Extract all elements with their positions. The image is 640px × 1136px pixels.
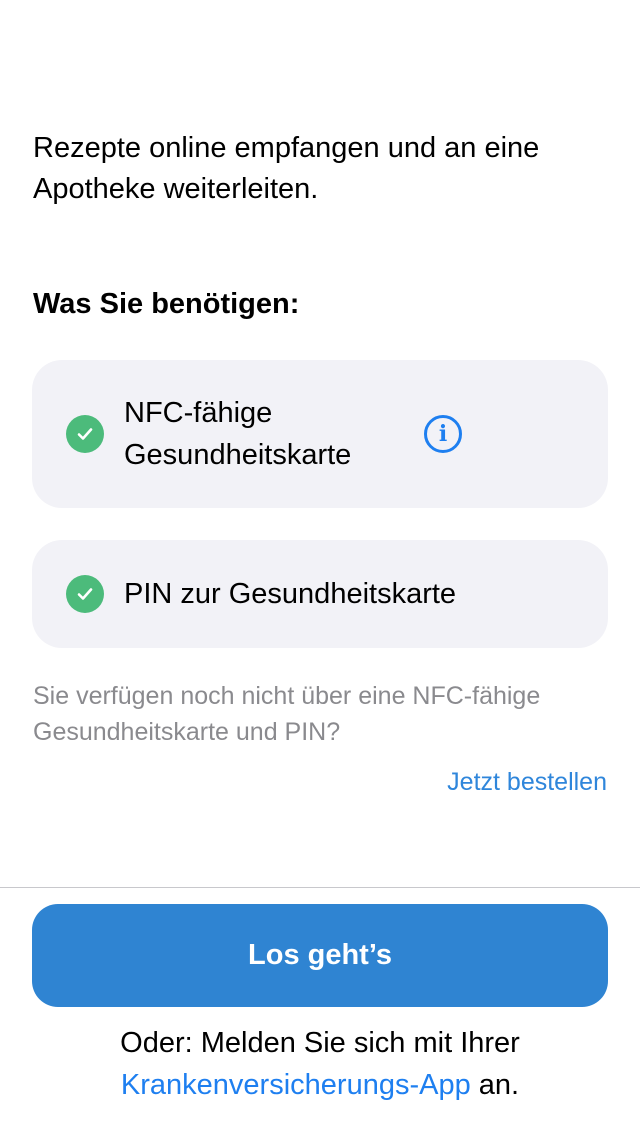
insurance-app-link[interactable]: Krankenversicherungs-App [121, 1069, 471, 1101]
footer-prefix: Oder: Melden Sie sich mit Ihrer [120, 1027, 520, 1059]
start-button[interactable]: Los geht’s [32, 904, 608, 1007]
requirement-card-pin: PIN zur Gesundheitskarte [32, 540, 608, 648]
check-circle-icon [66, 415, 104, 453]
requirement-label: PIN zur Gesundheitskarte [124, 578, 457, 610]
intro-text: Rezepte online empfangen und an eine Apo… [33, 132, 540, 205]
requirement-label: NFC-fähige Gesundheitskarte [124, 397, 352, 471]
divider [0, 887, 640, 888]
requirements-title: Was Sie benötigen: [33, 288, 300, 320]
footer-text: Oder: Melden Sie sich mit Ihrer Krankenv… [0, 1022, 640, 1106]
check-circle-icon [66, 575, 104, 613]
requirement-card-nfc: NFC-fähige Gesundheitskarte i [32, 360, 608, 508]
hint-text: Sie verfügen noch nicht über eine NFC-fä… [33, 682, 541, 746]
info-icon[interactable]: i [424, 415, 462, 453]
order-link[interactable]: Jetzt bestellen [447, 768, 607, 797]
footer-suffix: an. [470, 1069, 520, 1101]
